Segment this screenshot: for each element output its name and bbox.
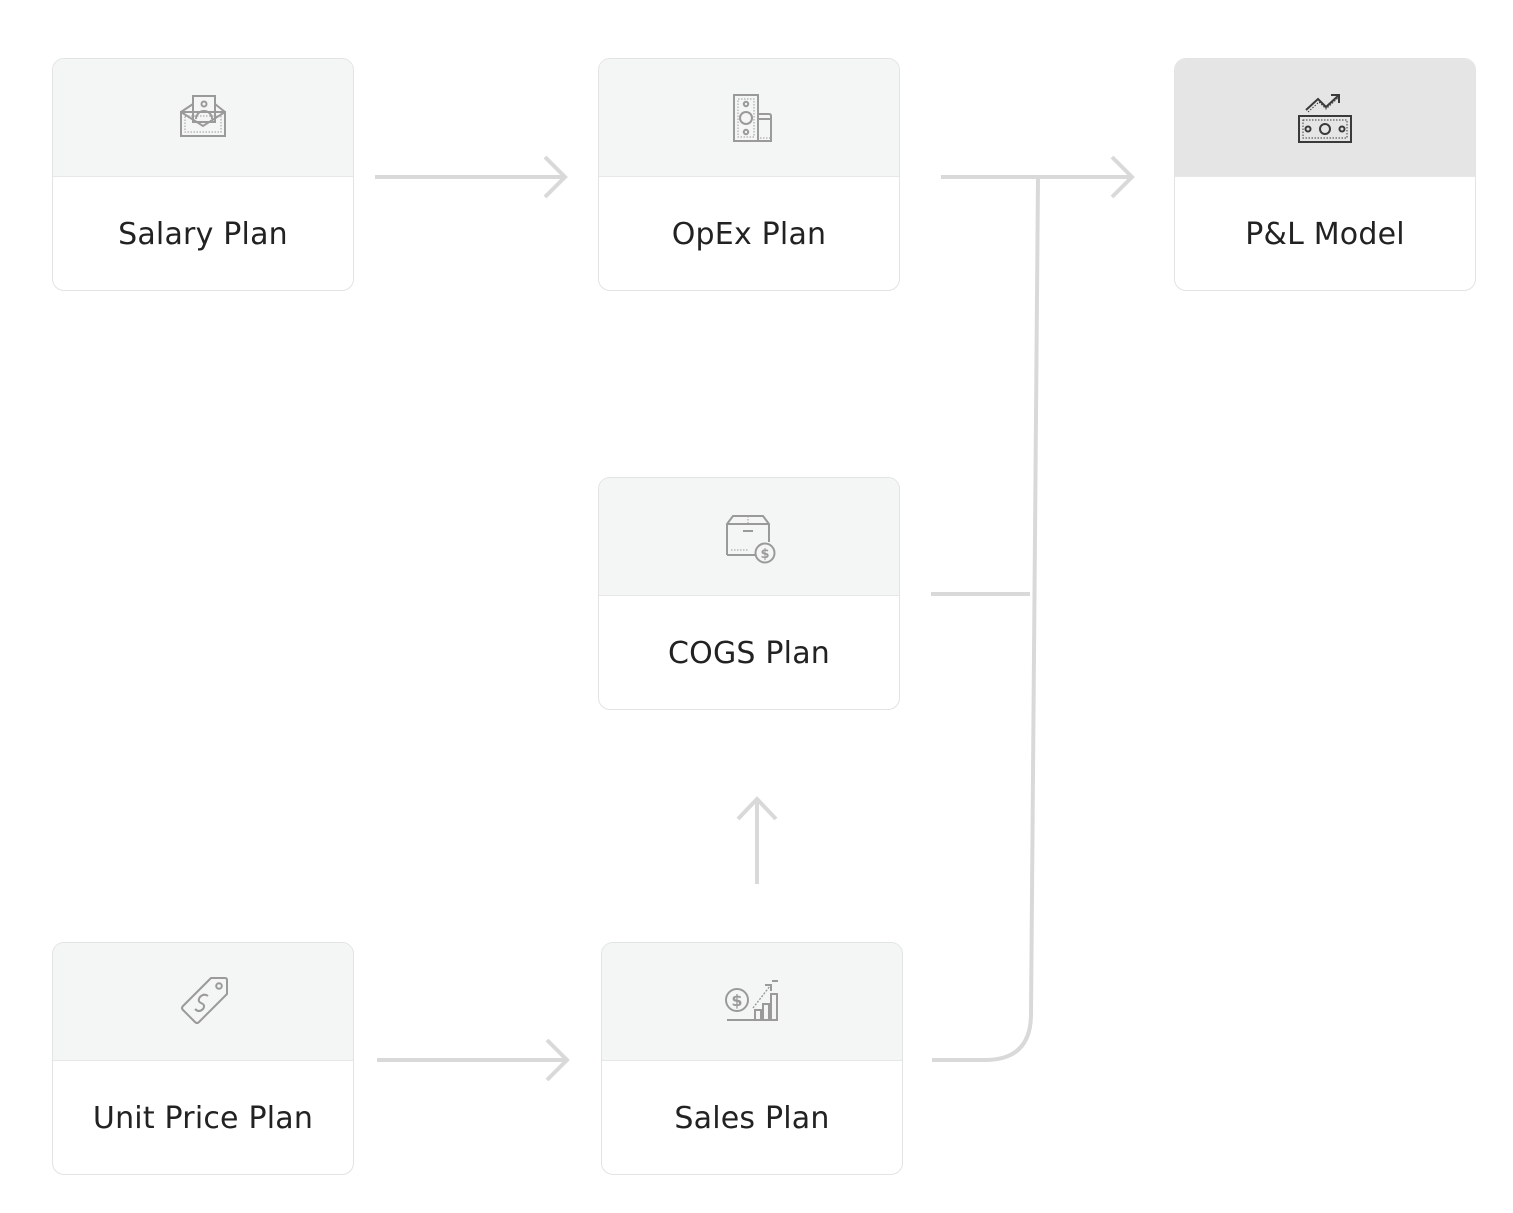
node-header: $ <box>602 943 902 1061</box>
node-label: OpEx Plan <box>671 217 827 252</box>
node-sales-plan[interactable]: $ Sales Plan <box>601 942 903 1175</box>
node-header <box>53 59 353 177</box>
node-salary-plan[interactable]: Salary Plan <box>52 58 354 291</box>
svg-text:$: $ <box>731 991 742 1010</box>
arrowhead-salary-to-opex <box>543 155 568 199</box>
node-header <box>53 943 353 1061</box>
node-header: $ <box>599 478 899 596</box>
cash-and-card-icon <box>733 93 772 142</box>
node-label: Salary Plan <box>118 217 288 252</box>
node-label: COGS Plan <box>667 636 830 671</box>
box-dollar-icon: $ <box>726 514 776 563</box>
node-label: Unit Price Plan <box>92 1101 314 1136</box>
node-opex-plan[interactable]: OpEx Plan <box>598 58 900 291</box>
svg-text:$: $ <box>760 547 769 562</box>
node-cogs-plan[interactable]: $ COGS Plan <box>598 477 900 710</box>
node-unit-price-plan[interactable]: Unit Price Plan <box>52 942 354 1175</box>
node-label: P&L Model <box>1245 217 1405 252</box>
node-label: Sales Plan <box>674 1101 830 1136</box>
arrowhead-unitprice-to-sales <box>545 1038 570 1082</box>
arrowhead-opex-to-pl <box>1110 155 1135 199</box>
salary-envelope-icon <box>180 94 226 137</box>
node-pl-model[interactable]: P&L Model <box>1174 58 1476 291</box>
money-growth-icon <box>1298 93 1352 143</box>
arrowhead-sales-to-cogs <box>736 796 778 821</box>
price-tag-icon <box>181 976 228 1024</box>
node-header <box>1175 59 1475 177</box>
dollar-growth-chart-icon: $ <box>725 979 778 1021</box>
node-header <box>599 59 899 177</box>
edge-sales-trunk-to-pl <box>932 176 1040 1062</box>
